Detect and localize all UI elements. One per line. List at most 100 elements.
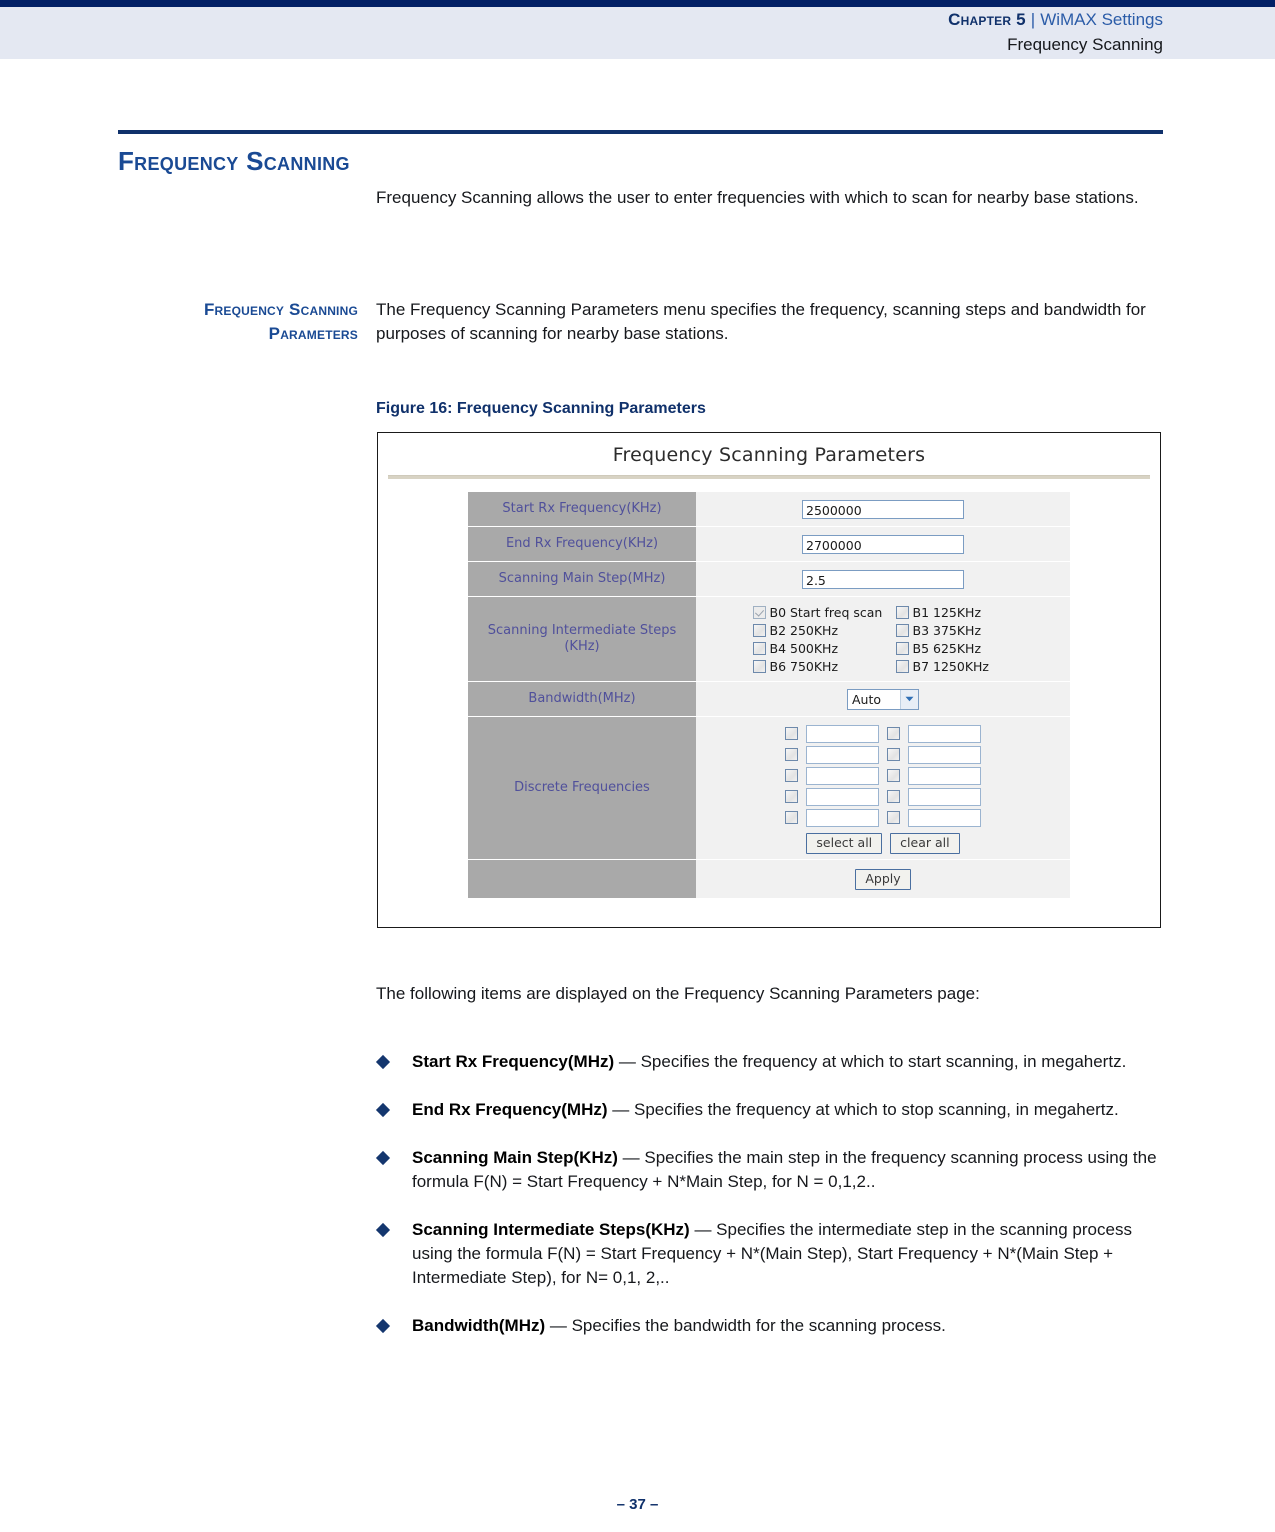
list-item: Start Rx Frequency(MHz) — Specifies the … — [375, 1050, 1166, 1074]
checkbox-label-b5: B5 625KHz — [912, 640, 982, 656]
apply-row-spacer — [468, 860, 696, 898]
diamond-bullet-icon — [375, 1222, 391, 1238]
discrete-pair-4-1 — [785, 787, 879, 806]
checkbox-item-b2[interactable]: B2 250KHz — [752, 622, 896, 638]
label-start-rx-frequency: Start Rx Frequency(KHz) — [468, 492, 696, 526]
diamond-bullet-icon — [375, 1054, 391, 1070]
checkbox-label-b1: B1 125KHz — [912, 604, 982, 620]
chevron-down-icon[interactable] — [900, 689, 918, 709]
checkbox-icon-discrete-5-1[interactable] — [785, 811, 798, 824]
header-text-block: Chapter 5 | WiMAX Settings Frequency Scann… — [948, 7, 1163, 57]
form-row-main-step: Scanning Main Step(MHz) 2.5 — [468, 562, 1070, 596]
select-all-button[interactable]: select all — [806, 832, 883, 854]
bullet-description: — Specifies the frequency at which to st… — [607, 1100, 1119, 1119]
checkbox-item-b4[interactable]: B4 500KHz — [752, 640, 896, 656]
input-discrete-1-2[interactable] — [908, 724, 981, 743]
discrete-pair-2-2 — [887, 745, 981, 764]
list-item: Bandwidth(MHz) — Specifies the bandwidth… — [375, 1314, 1166, 1338]
checkbox-icon-discrete-1-1[interactable] — [785, 727, 798, 740]
checkbox-icon-b4[interactable] — [752, 641, 766, 655]
frequency-scanning-form: Start Rx Frequency(KHz) 2500000 End Rx F… — [468, 491, 1070, 899]
form-row-bandwidth: Bandwidth(MHz) Auto — [468, 682, 1070, 716]
following-items-paragraph: The following items are displayed on the… — [376, 984, 980, 1003]
form-row-intermediate-steps: Scanning Intermediate Steps (KHz) B0 Sta… — [468, 597, 1070, 681]
checkbox-label-b7: B7 1250KHz — [912, 658, 989, 674]
checkbox-icon-b6[interactable] — [752, 659, 766, 673]
input-discrete-3-2[interactable] — [908, 766, 981, 785]
input-discrete-5-1[interactable] — [806, 808, 879, 827]
input-discrete-2-1[interactable] — [806, 745, 879, 764]
checkbox-icon-b5[interactable] — [895, 641, 909, 655]
checkbox-label-b0: B0 Start freq scan — [769, 604, 883, 620]
label-scanning-intermediate-steps: Scanning Intermediate Steps (KHz) — [468, 597, 696, 681]
checkbox-icon-discrete-2-2[interactable] — [887, 748, 900, 761]
checkbox-icon-b1[interactable] — [895, 605, 909, 619]
input-discrete-5-2[interactable] — [908, 808, 981, 827]
form-row-discrete-frequencies: Discrete Frequencies select all clear al… — [468, 717, 1070, 859]
checkbox-icon-b7[interactable] — [895, 659, 909, 673]
intro-paragraph: Frequency Scanning allows the user to en… — [376, 188, 1139, 207]
discrete-pair-3-1 — [785, 766, 879, 785]
margin-heading: Frequency Scanning Parameters — [203, 300, 358, 343]
header-section-label: WiMAX Settings — [1040, 10, 1163, 29]
checkbox-icon-discrete-5-2[interactable] — [887, 811, 900, 824]
page-number: – 37 – — [616, 1496, 659, 1513]
intermediate-steps-checkbox-grid: B0 Start freq scan B1 125KHz B2 250KHz B… — [696, 599, 1070, 680]
checkbox-label-b2: B2 250KHz — [769, 622, 839, 638]
discrete-button-row: select all clear all — [806, 832, 960, 854]
discrete-pair-5-2 — [887, 808, 981, 827]
running-header: Chapter 5 | WiMAX Settings Frequency Scann… — [0, 0, 1275, 59]
select-bandwidth[interactable]: Auto — [847, 688, 919, 710]
checkbox-icon-discrete-4-1[interactable] — [785, 790, 798, 803]
input-discrete-1-1[interactable] — [806, 724, 879, 743]
checkbox-icon-discrete-1-2[interactable] — [887, 727, 900, 740]
checkbox-item-b7[interactable]: B7 1250KHz — [895, 658, 1014, 674]
figure-screenshot: Frequency Scanning Parameters Start Rx F… — [377, 432, 1161, 928]
checkbox-icon-b0[interactable] — [752, 605, 766, 619]
discrete-row-4 — [785, 787, 981, 806]
discrete-pair-1-2 — [887, 724, 981, 743]
bullet-description: — Specifies the bandwidth for the scanni… — [545, 1316, 946, 1335]
checkbox-icon-b2[interactable] — [752, 623, 766, 637]
apply-button[interactable]: Apply — [855, 868, 911, 890]
header-separator: | — [1030, 10, 1036, 29]
bullet-term: Scanning Main Step(KHz) — [412, 1148, 618, 1167]
input-discrete-4-2[interactable] — [908, 787, 981, 806]
input-discrete-3-1[interactable] — [806, 766, 879, 785]
checkbox-icon-discrete-4-2[interactable] — [887, 790, 900, 803]
parameter-description-list: Start Rx Frequency(MHz) — Specifies the … — [375, 1050, 1166, 1362]
label-discrete-frequencies: Discrete Frequencies — [468, 717, 696, 859]
clear-all-button[interactable]: clear all — [890, 832, 960, 854]
checkbox-item-b3[interactable]: B3 375KHz — [895, 623, 1014, 638]
diamond-bullet-icon — [375, 1102, 391, 1118]
input-start-rx-frequency[interactable]: 2500000 — [802, 499, 964, 519]
checkbox-item-b5[interactable]: B5 625KHz — [895, 640, 1014, 656]
label-intermediate-line2: (KHz) — [564, 639, 600, 654]
checkbox-item-b0[interactable]: B0 Start freq scan — [752, 604, 896, 620]
list-item: Scanning Intermediate Steps(KHz) — Speci… — [375, 1218, 1166, 1290]
checkbox-item-b6[interactable]: B6 750KHz — [752, 659, 896, 674]
form-row-start-rx: Start Rx Frequency(KHz) 2500000 — [468, 492, 1070, 526]
list-item: Scanning Main Step(KHz) — Specifies the … — [375, 1146, 1166, 1194]
checkbox-label-b4: B4 500KHz — [769, 640, 839, 656]
screen-title: Frequency Scanning Parameters — [612, 444, 926, 466]
input-scanning-main-step[interactable]: 2.5 — [802, 569, 964, 589]
checkbox-icon-discrete-3-1[interactable] — [785, 769, 798, 782]
checkbox-icon-discrete-2-1[interactable] — [785, 748, 798, 761]
checkbox-icon-b3[interactable] — [895, 623, 909, 637]
discrete-pair-3-2 — [887, 766, 981, 785]
checkbox-icon-discrete-3-2[interactable] — [887, 769, 900, 782]
checkbox-item-b1[interactable]: B1 125KHz — [895, 604, 1014, 620]
input-end-rx-frequency[interactable]: 2700000 — [802, 534, 964, 554]
screen-title-divider — [388, 475, 1150, 479]
parameters-paragraph: The Frequency Scanning Parameters menu s… — [376, 300, 1146, 343]
label-scanning-main-step: Scanning Main Step(MHz) — [468, 562, 696, 596]
form-row-end-rx: End Rx Frequency(KHz) 2700000 — [468, 527, 1070, 561]
bullet-term: Bandwidth(MHz) — [412, 1316, 546, 1335]
header-top-rule — [0, 0, 1275, 7]
input-discrete-2-2[interactable] — [908, 745, 981, 764]
bullet-term: Start Rx Frequency(MHz) — [412, 1052, 615, 1071]
header-subsection-label: Frequency Scanning — [1007, 35, 1163, 54]
discrete-pair-5-1 — [785, 808, 879, 827]
input-discrete-4-1[interactable] — [806, 787, 879, 806]
